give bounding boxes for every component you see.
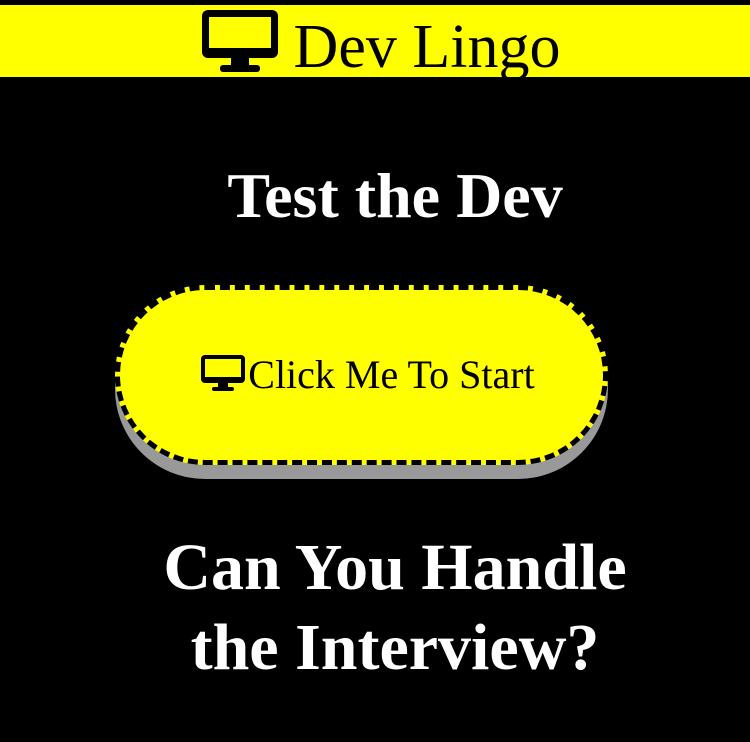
brand[interactable]: Dev Lingo xyxy=(200,8,560,78)
start-button[interactable]: Click Me To Start xyxy=(115,285,608,465)
start-button-label: Click Me To Start xyxy=(248,352,535,397)
page-heading: Test the Dev xyxy=(227,160,563,231)
desktop-monitor-icon xyxy=(201,355,246,391)
tagline: Can You Handle the Interview? xyxy=(0,528,750,688)
start-button-content: Click Me To Start xyxy=(200,352,535,397)
desktop-monitor-icon xyxy=(201,10,278,72)
app-header: Dev Lingo xyxy=(0,5,750,78)
app-title: Dev Lingo xyxy=(293,13,561,81)
tagline-line-1: Can You Handle xyxy=(163,531,627,604)
tagline-line-2: the Interview? xyxy=(190,611,600,684)
page: Dev Lingo Test the Dev Click Me To Start… xyxy=(0,0,750,742)
